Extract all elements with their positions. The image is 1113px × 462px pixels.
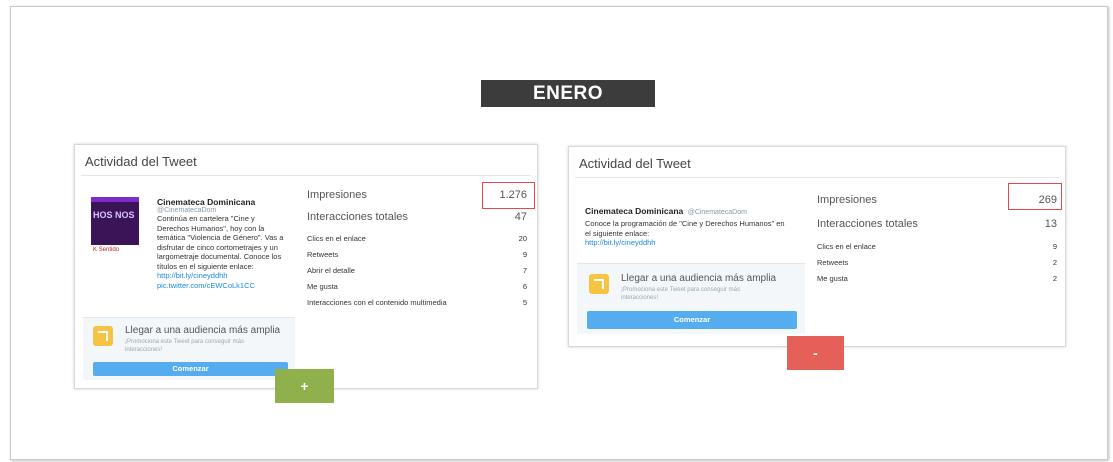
stat-value: 9	[522, 250, 527, 259]
stat-value: 20	[518, 234, 527, 243]
tweet-activity-card-2: Actividad del Tweet Cinemateca Dominican…	[568, 146, 1066, 347]
promo-subtitle: ¡Promociona este Tweet para conseguir má…	[125, 339, 244, 353]
stat-retweets: Retweets 9	[307, 250, 527, 259]
stat-label: Me gusta	[307, 282, 338, 291]
divider	[81, 175, 531, 176]
tweet-body: Cinemateca Dominicana @CinematecaDom Con…	[157, 197, 287, 290]
image-stripe	[91, 197, 139, 202]
stat-retweets: Retweets 2	[817, 258, 1057, 267]
stat-label: Abrir el detalle	[307, 266, 355, 275]
image-text: HOS NOS	[93, 210, 135, 220]
stat-value: 47	[514, 211, 527, 223]
stat-likes: Me gusta 2	[817, 274, 1057, 283]
stat-value: 2	[1052, 258, 1057, 267]
stat-total-interactions: Interacciones totales 13	[817, 218, 1057, 230]
stat-label: Interacciones totales	[307, 211, 408, 223]
stat-label: Me gusta	[817, 274, 848, 283]
collapse-button[interactable]: -	[787, 336, 844, 370]
promote-icon	[589, 274, 609, 294]
tweet-author-handle[interactable]: @CinematecaDom	[688, 209, 747, 216]
tweet-image[interactable]: HOS NOS	[91, 197, 139, 245]
stat-total-interactions: Interacciones totales 47	[307, 211, 527, 223]
stat-value: 13	[1044, 218, 1057, 230]
tweet-author-name[interactable]: Cinemateca Dominicana	[585, 206, 683, 216]
stat-label: Retweets	[817, 258, 849, 267]
stat-label: Interacciones con el contenido multimedi…	[307, 298, 447, 307]
tweet-link[interactable]: http://bit.ly/cineyddhh	[157, 271, 287, 281]
stat-value: 2	[1052, 274, 1057, 283]
tweet-link[interactable]: http://bit.ly/cineyddhh	[585, 238, 785, 248]
divider	[575, 177, 1059, 178]
start-button[interactable]: Comenzar	[93, 362, 288, 376]
stat-likes: Me gusta 6	[307, 282, 527, 291]
stat-detail-expands: Abrir el detalle 7	[307, 266, 527, 275]
stat-label: Impresiones	[817, 194, 877, 206]
stat-value: 6	[522, 282, 527, 291]
promo-title: Llegar a una audiencia más amplia	[621, 273, 777, 284]
stat-media-engagements: Interacciones con el contenido multimedi…	[307, 298, 527, 307]
stat-link-clicks: Clics en el enlace 20	[307, 234, 527, 243]
tweet-pic-link[interactable]: pic.twitter.com/cEWCoLk1CC	[157, 281, 287, 291]
impressions-highlight	[482, 182, 535, 209]
page-title: ENERO	[481, 80, 655, 107]
stat-label: Clics en el enlace	[817, 242, 876, 251]
card-title: Actividad del Tweet	[579, 156, 691, 171]
stat-value: 7	[522, 266, 527, 275]
promote-icon	[93, 326, 113, 346]
promo-box: Llegar a una audiencia más amplia ¡Promo…	[83, 317, 295, 380]
tweet-author-name[interactable]: Cinemateca Dominicana	[157, 197, 287, 207]
expand-button[interactable]: +	[275, 369, 334, 403]
promo-title: Llegar a una audiencia más amplia	[125, 325, 281, 336]
promo-subtitle: ¡Promociona este Tweet para conseguir má…	[621, 287, 740, 301]
tweet-text: Continúa en cartelera "Cine y Derechos H…	[157, 214, 284, 271]
image-logos: K Sentido	[93, 247, 120, 253]
stat-label: Clics en el enlace	[307, 234, 366, 243]
stat-value: 5	[522, 298, 527, 307]
stat-label: Impresiones	[307, 189, 367, 201]
impressions-highlight	[1008, 183, 1062, 210]
tweet-body: Cinemateca Dominicana @CinematecaDom Con…	[585, 201, 785, 248]
promo-box: Llegar a una audiencia más amplia ¡Promo…	[577, 263, 805, 334]
tweet-text: Conoce la programación de "Cine y Derech…	[585, 219, 785, 238]
tweet-author-handle[interactable]: @CinematecaDom	[157, 207, 287, 214]
stat-link-clicks: Clics en el enlace 9	[817, 242, 1057, 251]
stat-label: Interacciones totales	[817, 218, 918, 230]
start-button[interactable]: Comenzar	[587, 311, 797, 329]
stat-label: Retweets	[307, 250, 339, 259]
tweet-activity-card-1: Actividad del Tweet HOS NOS K Sentido Ci…	[74, 144, 538, 389]
stat-value: 9	[1052, 242, 1057, 251]
card-title: Actividad del Tweet	[85, 154, 197, 169]
